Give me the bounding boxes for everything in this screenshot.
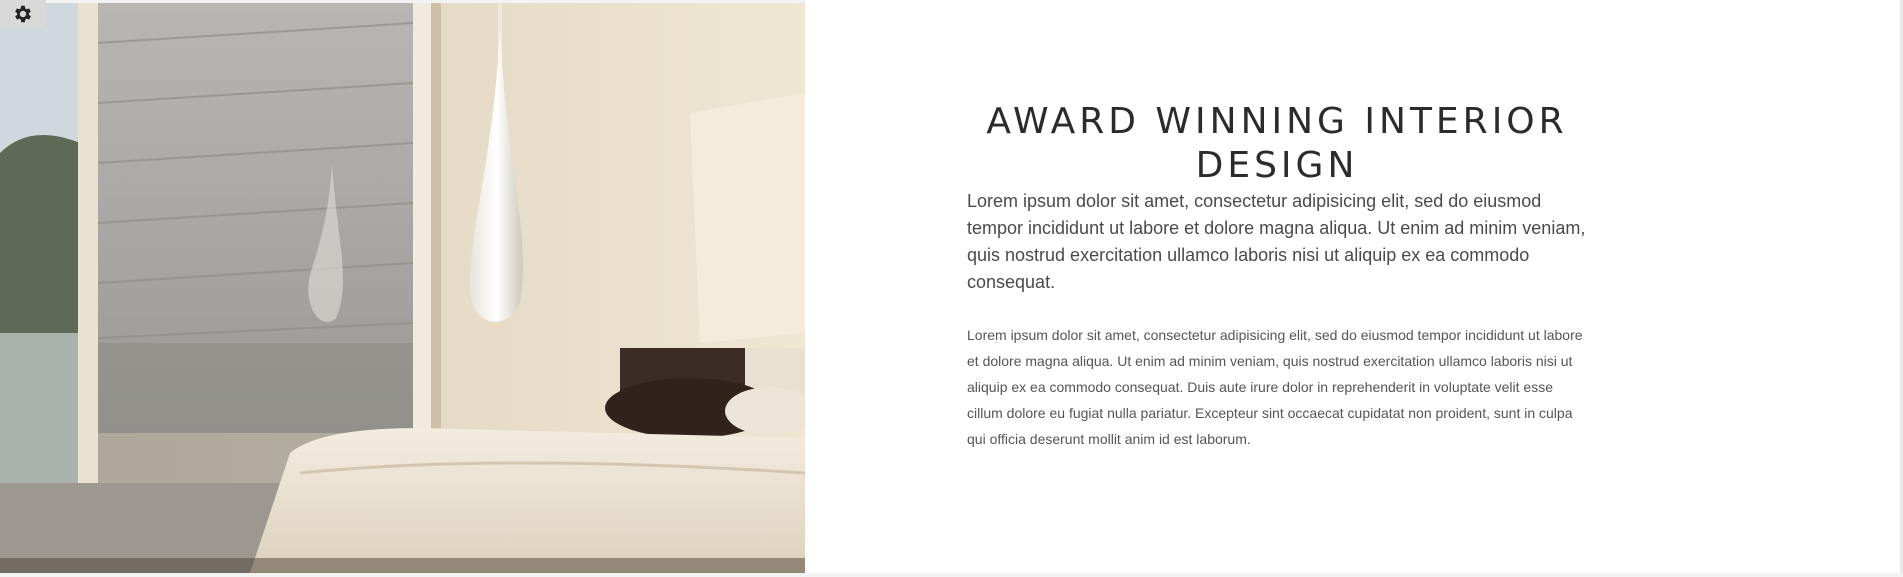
content-panel: AWARD WINNING INTERIOR DESIGN Lorem ipsu…: [805, 0, 1903, 573]
body-paragraph: Lorem ipsum dolor sit amet, consectetur …: [967, 327, 1583, 447]
page: AWARD WINNING INTERIOR DESIGN Lorem ipsu…: [0, 0, 1903, 577]
hero-image: [0, 3, 805, 573]
headline: AWARD WINNING INTERIOR DESIGN: [986, 101, 1568, 186]
settings-button[interactable]: [0, 0, 46, 27]
gear-icon: [15, 5, 31, 22]
lead-paragraph: Lorem ipsum dolor sit amet, consectetur …: [967, 191, 1586, 292]
text-block: AWARD WINNING INTERIOR DESIGN Lorem ipsu…: [967, 100, 1587, 452]
